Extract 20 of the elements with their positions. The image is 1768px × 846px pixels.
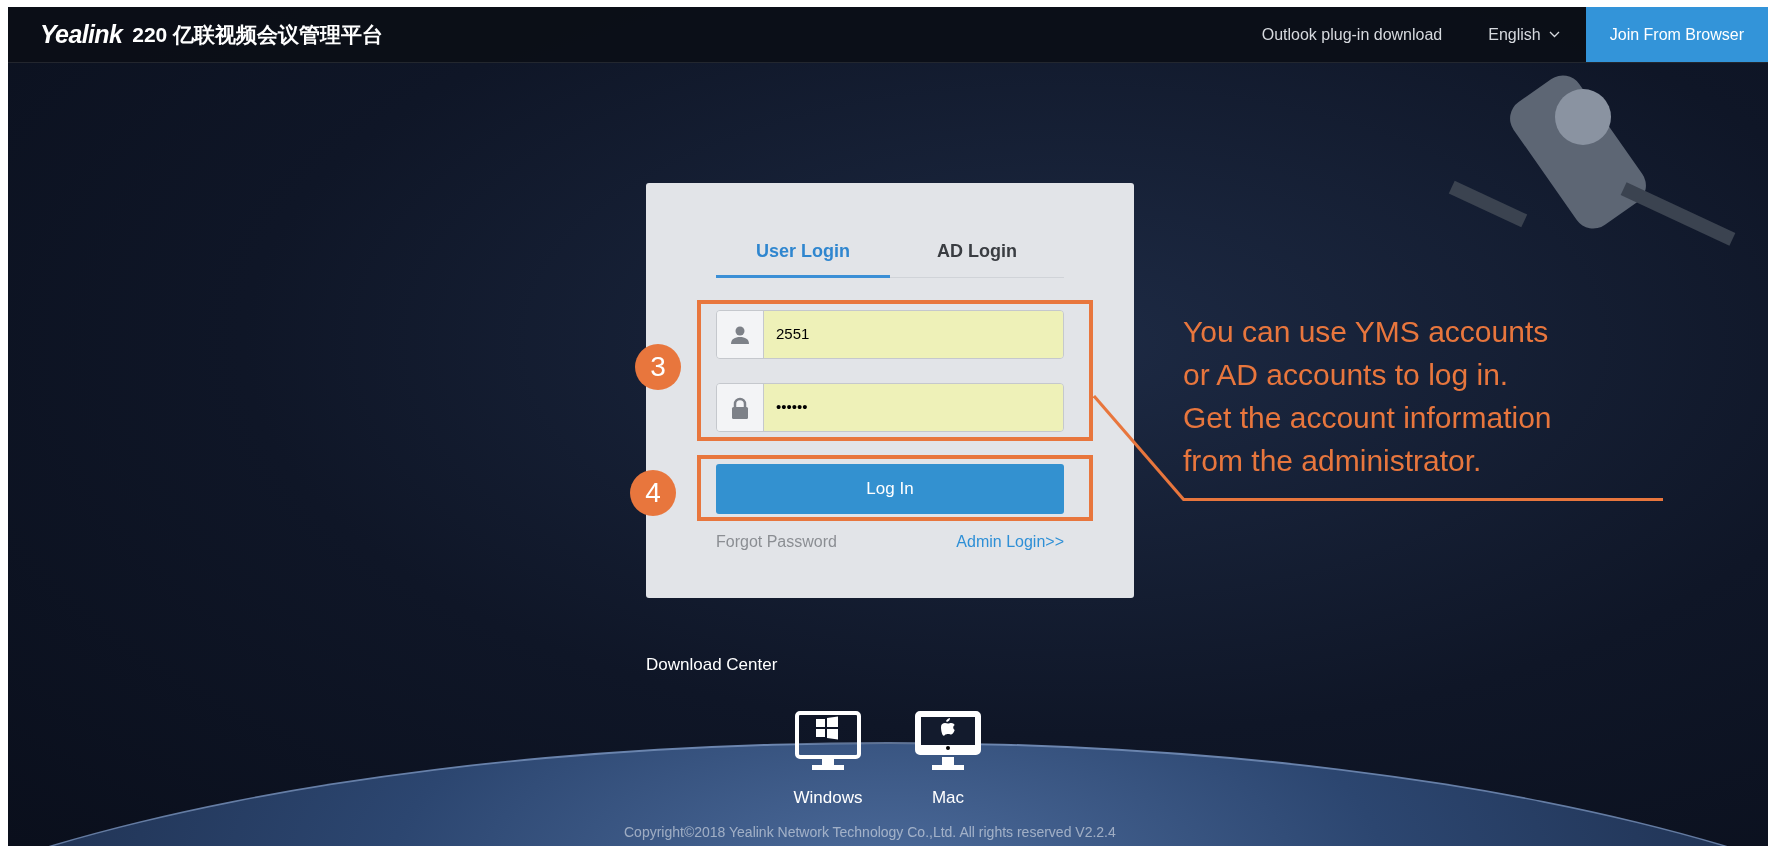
- annotation-text: You can use YMS accounts or AD accounts to log in. Get the account information from the administrator.: [1183, 314, 1552, 479]
- apple-monitor-icon[interactable]: [913, 711, 983, 773]
- download-center-title: Download Center: [646, 654, 778, 676]
- lock-icon: [731, 396, 749, 419]
- platform-title: 220 亿联视频会议管理平台: [132, 21, 384, 48]
- logo: Yealink: [40, 18, 123, 50]
- download-label[interactable]: Mac: [931, 785, 965, 811]
- language-dropdown[interactable]: English: [1488, 22, 1560, 47]
- login-button[interactable]: Log In: [716, 464, 1064, 514]
- windows-monitor-icon[interactable]: [793, 711, 863, 773]
- login-tab[interactable]: AD Login: [890, 238, 1064, 278]
- download-label[interactable]: Windows: [793, 785, 863, 811]
- copyright-text: Copyright©2018 Yealink Network Technology Co.,Ltd. All rights reserved V2.2.4: [624, 823, 1116, 842]
- step-marker: 4: [630, 470, 676, 516]
- outlook-download-link[interactable]: Outlook plug-in download: [1261, 22, 1443, 47]
- caret-icon: [1548, 31, 1560, 38]
- username-field[interactable]: 2551: [716, 310, 1064, 359]
- step-marker: 3: [635, 344, 681, 390]
- user-icon: [730, 324, 750, 345]
- password-field[interactable]: ••••••: [716, 383, 1064, 432]
